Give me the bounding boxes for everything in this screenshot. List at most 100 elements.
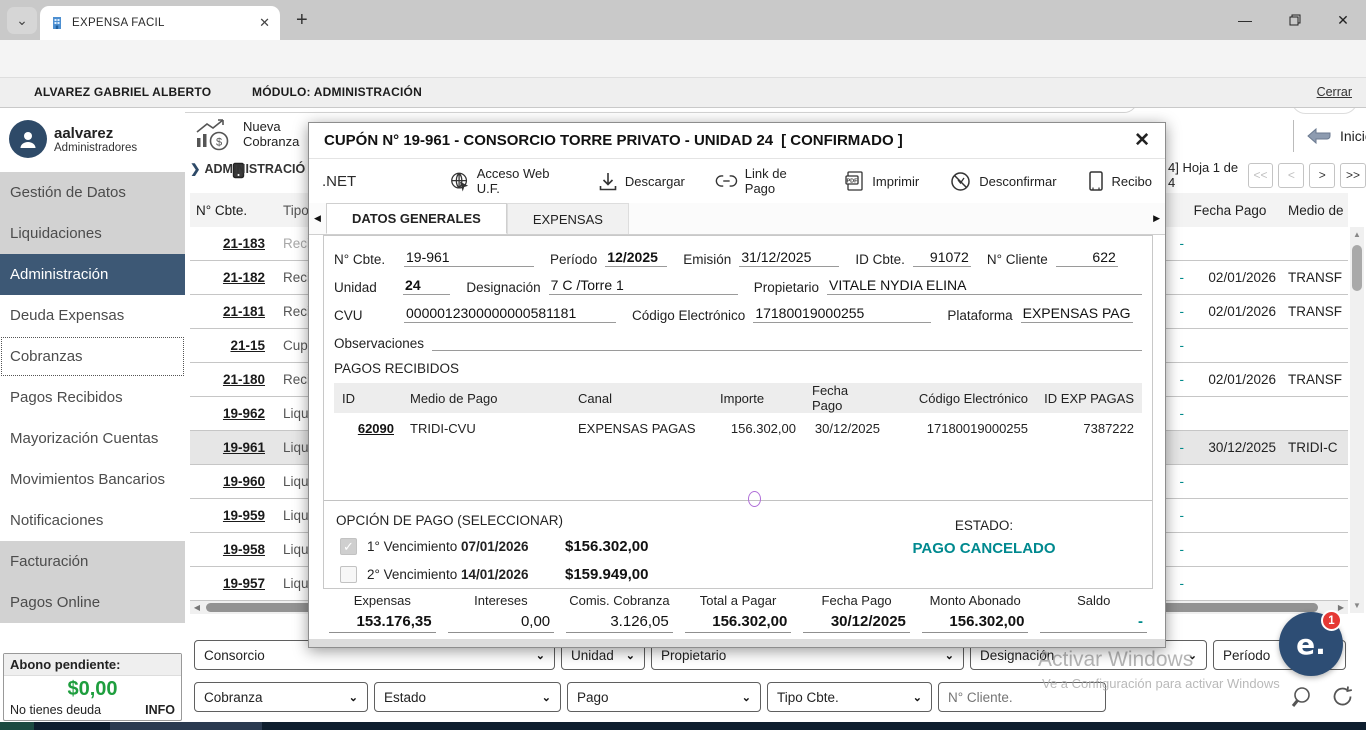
sidebar-item-liquidaciones[interactable]: Liquidaciones <box>0 213 185 254</box>
filter-cobranza-select[interactable]: Cobranza⌄ <box>194 682 368 712</box>
field-label: Unidad <box>334 280 395 295</box>
cbte-link[interactable]: 19-959 <box>223 508 265 523</box>
cbte-link[interactable]: 19-960 <box>223 474 265 489</box>
cbte-link[interactable]: 19-961 <box>223 440 265 455</box>
desconfirmar-button[interactable]: Desconfirmar <box>949 170 1056 193</box>
field-label: Emisión <box>683 252 731 267</box>
windows-watermark-line1: Activar Windows <box>1038 648 1193 672</box>
filter-estado-select[interactable]: Estado⌄ <box>374 682 561 712</box>
sidebar-item-cobranzas[interactable]: Cobranzas <box>0 336 185 377</box>
vencimiento-1-label: 1° Vencimiento <box>367 539 457 554</box>
cbte-link[interactable]: 19-957 <box>223 576 265 591</box>
cbte-link[interactable]: 21-183 <box>223 236 265 251</box>
cerrar-link[interactable]: Cerrar <box>1317 85 1352 99</box>
field-label: Designación <box>466 280 540 295</box>
id-cbte-value[interactable]: 91072 <box>913 249 971 267</box>
field-label: Propietario <box>754 280 819 295</box>
vertical-scroll-thumb[interactable] <box>1352 245 1362 291</box>
cbte-link[interactable]: 21-15 <box>230 338 265 353</box>
vencimiento-2-checkbox[interactable] <box>340 566 357 583</box>
scroll-down-icon[interactable]: ▼ <box>1350 601 1364 610</box>
nro-cliente-value[interactable]: 622 <box>1056 249 1118 267</box>
unidad-value[interactable]: 24 <box>403 277 450 295</box>
cbte-link[interactable]: 21-182 <box>223 270 265 285</box>
new-tab-button[interactable]: + <box>296 9 308 32</box>
modal-close-icon[interactable]: ✕ <box>1134 129 1150 152</box>
cvu-value[interactable]: 0000012300000000581181 <box>404 305 616 323</box>
cbte-link[interactable]: 19-958 <box>223 542 265 557</box>
modal-tab-strip: ◀ DATOS GENERALES EXPENSAS ▶ <box>309 203 1165 235</box>
tab-datos-generales[interactable]: DATOS GENERALES <box>326 203 507 234</box>
sidebar-item-notificaciones[interactable]: Notificaciones <box>0 500 185 541</box>
propietario-value[interactable]: VITALE NYDIA ELINA <box>827 277 1142 295</box>
observaciones-value[interactable] <box>432 349 1142 351</box>
sidebar-item-movimientos-bancarios[interactable]: Movimientos Bancarios <box>0 459 185 500</box>
reload-icon[interactable] <box>1330 684 1355 709</box>
estado-value: PAGO CANCELADO <box>884 540 1084 557</box>
cbte-link[interactable]: 21-180 <box>223 372 265 387</box>
nueva-cobranza-label: NuevaCobranza <box>243 119 299 149</box>
sidebar-item-facturacion[interactable]: Facturación <box>0 541 185 582</box>
vertical-scrollbar[interactable]: ▲ ▼ <box>1350 227 1364 613</box>
vencimiento-1-date: 07/01/2026 <box>461 539 529 554</box>
window-close-button[interactable]: ✕ <box>1320 0 1366 40</box>
pagination-next-button[interactable]: > <box>1309 163 1335 188</box>
imprimir-button[interactable]: PDF Imprimir <box>844 170 919 192</box>
nueva-cobranza-button[interactable]: $ NuevaCobranza <box>193 116 299 152</box>
col-header-importe: Importe <box>712 383 804 413</box>
sidebar-item-deuda-expensas[interactable]: Deuda Expensas <box>0 295 185 336</box>
sidebar-item-administracion[interactable]: Administración <box>0 254 185 295</box>
inicio-button[interactable]: Inicio <box>1293 120 1366 152</box>
abono-info-link[interactable]: INFO <box>145 703 175 717</box>
chevron-down-icon: ⌄ <box>536 649 545 662</box>
col-header-medio-pago: Medio de Pago <box>1276 203 1348 218</box>
nro-cbte-value[interactable]: 19-961 <box>404 249 534 267</box>
window-minimize-button[interactable]: — <box>1222 0 1268 40</box>
pago-row[interactable]: 62090 TRIDI-CVU EXPENSAS PAGAS 156.302,0… <box>334 413 1142 444</box>
pagination-last-button[interactable]: >> <box>1340 163 1366 188</box>
pagination-first-button[interactable]: << <box>1248 163 1274 188</box>
browser-tab[interactable]: EXPENSA FACIL ✕ <box>40 6 280 40</box>
pagination-prev-button[interactable]: < <box>1278 163 1304 188</box>
scroll-left-icon[interactable]: ◀ <box>190 603 204 612</box>
svg-text:$: $ <box>216 137 222 149</box>
sidebar: aalvarez Administradores Gestión de Dato… <box>0 108 185 722</box>
codigo-electronico-value[interactable]: 17180019000255 <box>753 305 931 323</box>
descargar-button[interactable]: Descargar <box>598 171 685 192</box>
pago-id-link[interactable]: 62090 <box>358 421 394 436</box>
filter-tipo-cbte-select[interactable]: Tipo Cbte.⌄ <box>767 682 932 712</box>
breadcrumb[interactable]: ❯ADMINISTRACIÓN <box>190 161 306 176</box>
filter-pago-select[interactable]: Pago⌄ <box>567 682 761 712</box>
recibo-button[interactable]: Recibo <box>1087 170 1152 192</box>
chevron-down-icon: ⌄ <box>913 691 922 704</box>
link-de-pago-button[interactable]: Link de Pago <box>715 166 814 196</box>
cbte-link[interactable]: 21-181 <box>223 304 265 319</box>
sidebar-item-pagos-online[interactable]: Pagos Online <box>0 582 185 623</box>
plataforma-value[interactable]: EXPENSAS PAG <box>1021 305 1133 323</box>
sidebar-item-pagos-recibidos[interactable]: Pagos Recibidos <box>0 377 185 418</box>
globe-cursor-icon <box>449 170 470 193</box>
chevron-down-icon: ⌄ <box>16 12 28 29</box>
periodo-value[interactable]: 12/2025 <box>605 249 667 267</box>
tab-search-button[interactable]: ⌄ <box>7 7 37 34</box>
abono-title: Abono pendiente: <box>4 654 181 676</box>
acceso-web-button[interactable]: Acceso Web U.F. <box>449 166 568 196</box>
sidebar-item-mayorizacion-cuentas[interactable]: Mayorización Cuentas <box>0 418 185 459</box>
sidebar-item-gestion-de-datos[interactable]: Gestión de Datos <box>0 172 185 213</box>
cbte-link[interactable]: 19-962 <box>223 406 265 421</box>
designacion-value[interactable]: 7 C /Torre 1 <box>549 277 738 295</box>
modal-header: CUPÓN N° 19-961 - CONSORCIO TORRE PRIVAT… <box>309 123 1165 159</box>
summary-label: Expensas <box>329 593 436 608</box>
search-icon[interactable] <box>1290 684 1316 710</box>
tab-scroll-right-icon[interactable]: ▶ <box>1153 213 1160 224</box>
vencimiento-1-checkbox[interactable]: ✓ <box>340 538 357 555</box>
tab-scroll-left-icon[interactable]: ◀ <box>314 213 321 224</box>
window-restore-button[interactable] <box>1272 0 1318 40</box>
estado-label: ESTADO: <box>884 518 1084 533</box>
scroll-up-icon[interactable]: ▲ <box>1350 230 1364 239</box>
vencimiento-2-date: 14/01/2026 <box>461 567 529 582</box>
pagination: 4] Hoja 1 de 4 << < > >> <box>1168 160 1366 190</box>
tab-expensas[interactable]: EXPENSAS <box>507 203 629 234</box>
tab-close-icon[interactable]: ✕ <box>259 15 270 31</box>
emision-value[interactable]: 31/12/2025 <box>739 249 839 267</box>
